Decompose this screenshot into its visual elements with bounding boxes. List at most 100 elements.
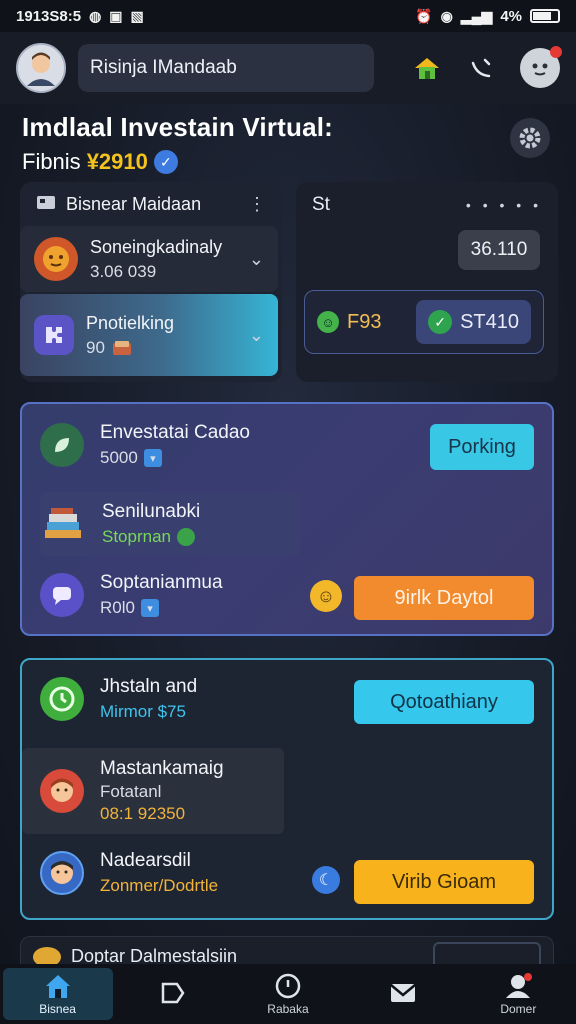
parking-button[interactable]: Porking xyxy=(430,424,534,470)
balance-row: Fibnis ¥2910 ✓ xyxy=(22,149,562,175)
list-item[interactable]: Senilunabki Stoprnan xyxy=(40,492,300,556)
status-time: 1913S8:5 xyxy=(16,7,82,25)
app-title-field[interactable]: Risinja IMandaab xyxy=(78,44,374,92)
badge-icon: ▾ xyxy=(143,449,162,467)
item-value: 90 xyxy=(86,337,105,357)
page-title: Imdlaal Investain Virtual: xyxy=(22,112,334,142)
item-value-row: 90 xyxy=(86,338,174,358)
item-title: Jhstaln and xyxy=(100,676,198,697)
item-value: Mirmor $75 xyxy=(100,702,186,721)
nav-item-home[interactable]: Bisnea xyxy=(2,968,113,1020)
nav-label: Bisnea xyxy=(39,1002,76,1016)
stat-b-value: ST410 xyxy=(460,310,519,333)
item-subtitle: Fotatanl xyxy=(100,782,162,801)
tag-icon xyxy=(161,982,185,1004)
item-value: 08:1 92350 xyxy=(100,804,186,823)
item-value-row: 5000 ▾ xyxy=(100,448,250,468)
app-bar: Risinja IMandaab xyxy=(0,32,576,104)
business-panel-header: Bisnear Maidaan ⋮ xyxy=(20,182,282,227)
balance-label: Fibnis xyxy=(22,149,81,174)
stat-b[interactable]: ✓ ST410 xyxy=(416,300,531,344)
stats-panel-header: St • • • • • xyxy=(296,182,558,228)
verified-icon: ✓ xyxy=(153,150,178,174)
green-dot-icon xyxy=(177,528,195,546)
item-title: Pnotielking xyxy=(86,312,175,333)
balance-value: ¥2910 xyxy=(86,149,148,174)
lion-icon xyxy=(34,237,78,281)
page-heading: Imdlaal Investain Virtual: Fibnis ¥2910 … xyxy=(22,112,562,175)
stats-card: Jhstaln and Mirmor $75 Qotoathiany Masta… xyxy=(20,658,554,920)
smile-icon: ☺ xyxy=(317,311,339,333)
emoji-icon[interactable]: ☺ xyxy=(310,580,342,612)
robot-icon[interactable] xyxy=(520,46,562,88)
nav-item-compass[interactable]: Rabaka xyxy=(233,972,343,1016)
robot-face-icon xyxy=(532,63,548,76)
chevron-down-icon[interactable]: ⌄ xyxy=(249,249,264,270)
stats-panel-title: St xyxy=(312,194,330,215)
clock-icon xyxy=(40,677,84,721)
more-icon[interactable]: • • • • • xyxy=(466,197,542,213)
person-icon xyxy=(40,769,84,813)
nav-label: Rabaka xyxy=(267,1002,309,1016)
action-button[interactable]: Qotoathiany xyxy=(354,680,534,724)
bottom-nav: Bisnea Rabaka Domer xyxy=(0,964,576,1024)
item-title: Soptanianmua xyxy=(100,572,223,593)
puzzle-icon xyxy=(34,315,74,355)
list-item[interactable]: Mastankamaig Fotatanl 08:1 92350 xyxy=(40,758,224,824)
chat-icon xyxy=(40,573,84,617)
home-icon[interactable] xyxy=(412,55,442,81)
battery-percent: 4% xyxy=(500,7,522,25)
status-left: 1913S8:5 ◍ ▣ ▧ xyxy=(16,8,144,25)
item-value: 5000 xyxy=(100,448,138,467)
item-title: Nadearsdil xyxy=(100,850,191,871)
investment-card: Envestatai Cadao 5000 ▾ Porking Seniluna… xyxy=(20,402,554,636)
stats-value: 36.110 xyxy=(458,230,540,270)
view-button[interactable]: Virib Gioam xyxy=(354,860,534,904)
stat-a[interactable]: ☺ F93 xyxy=(317,311,381,334)
alarm-icon: ⏰ xyxy=(415,7,433,24)
message-icon: ▣ xyxy=(109,7,123,24)
item-title: Senilunabki xyxy=(102,501,201,522)
books-icon xyxy=(40,501,86,547)
folder-icon xyxy=(36,194,56,215)
profile-icon xyxy=(506,973,533,998)
daily-button[interactable]: 9irlk Daytol xyxy=(354,576,534,620)
user-avatar[interactable] xyxy=(16,43,66,93)
person-icon xyxy=(40,851,84,895)
settings-button[interactable] xyxy=(510,118,550,158)
list-item[interactable]: Soptanianmua R0l0 ▾ xyxy=(40,572,223,618)
compass-icon xyxy=(275,973,301,999)
item-value: Stoprnan xyxy=(102,527,171,546)
notification-dot xyxy=(550,46,562,58)
nav-item-profile[interactable]: Domer xyxy=(463,972,573,1016)
cash-icon xyxy=(112,340,131,355)
person-icon xyxy=(27,52,55,86)
list-item[interactable]: Jhstaln and Mirmor $75 xyxy=(40,676,197,722)
moon-icon[interactable]: ☾ xyxy=(312,866,340,894)
leaf-icon xyxy=(40,423,84,467)
highlight-item[interactable]: Pnotielking 90 ⌄ xyxy=(20,294,278,376)
list-item[interactable]: Soneingkadinaly 3.06 039 ⌄ xyxy=(20,226,278,292)
list-item[interactable]: Envestatai Cadao 5000 ▾ xyxy=(40,422,250,468)
item-value-row: R0l0 ▾ xyxy=(100,598,223,618)
gear-icon xyxy=(519,127,541,149)
stats-box: ☺ F93 ✓ ST410 xyxy=(304,290,544,354)
badge-icon: ▾ xyxy=(140,599,159,617)
item-title: Envestatai Cadao xyxy=(100,422,250,443)
status-bar: 1913S8:5 ◍ ▣ ▧ ⏰ ◉ ▂▄▆ 4% xyxy=(0,0,576,32)
home-icon xyxy=(45,975,70,998)
stat-a-value: F93 xyxy=(347,310,382,333)
nav-label: Domer xyxy=(500,1002,537,1016)
eye-icon: ◉ xyxy=(440,7,453,24)
more-icon[interactable]: ⋮ xyxy=(248,194,266,215)
list-item[interactable]: Nadearsdil Zonmer/Dodrtle xyxy=(40,850,218,896)
stats-panel: St • • • • • 36.110 ☺ F93 ✓ ST410 xyxy=(296,182,558,382)
chevron-down-icon[interactable]: ⌄ xyxy=(249,325,264,346)
phone-icon[interactable] xyxy=(468,55,494,81)
battery-icon xyxy=(530,9,560,23)
item-value: R0l0 xyxy=(100,598,135,617)
nav-item-tag[interactable] xyxy=(118,980,228,1008)
signal-icon: ▂▄▆ xyxy=(460,7,493,24)
item-value: Zonmer/Dodrtle xyxy=(100,876,219,895)
nav-item-mail[interactable] xyxy=(348,981,458,1007)
